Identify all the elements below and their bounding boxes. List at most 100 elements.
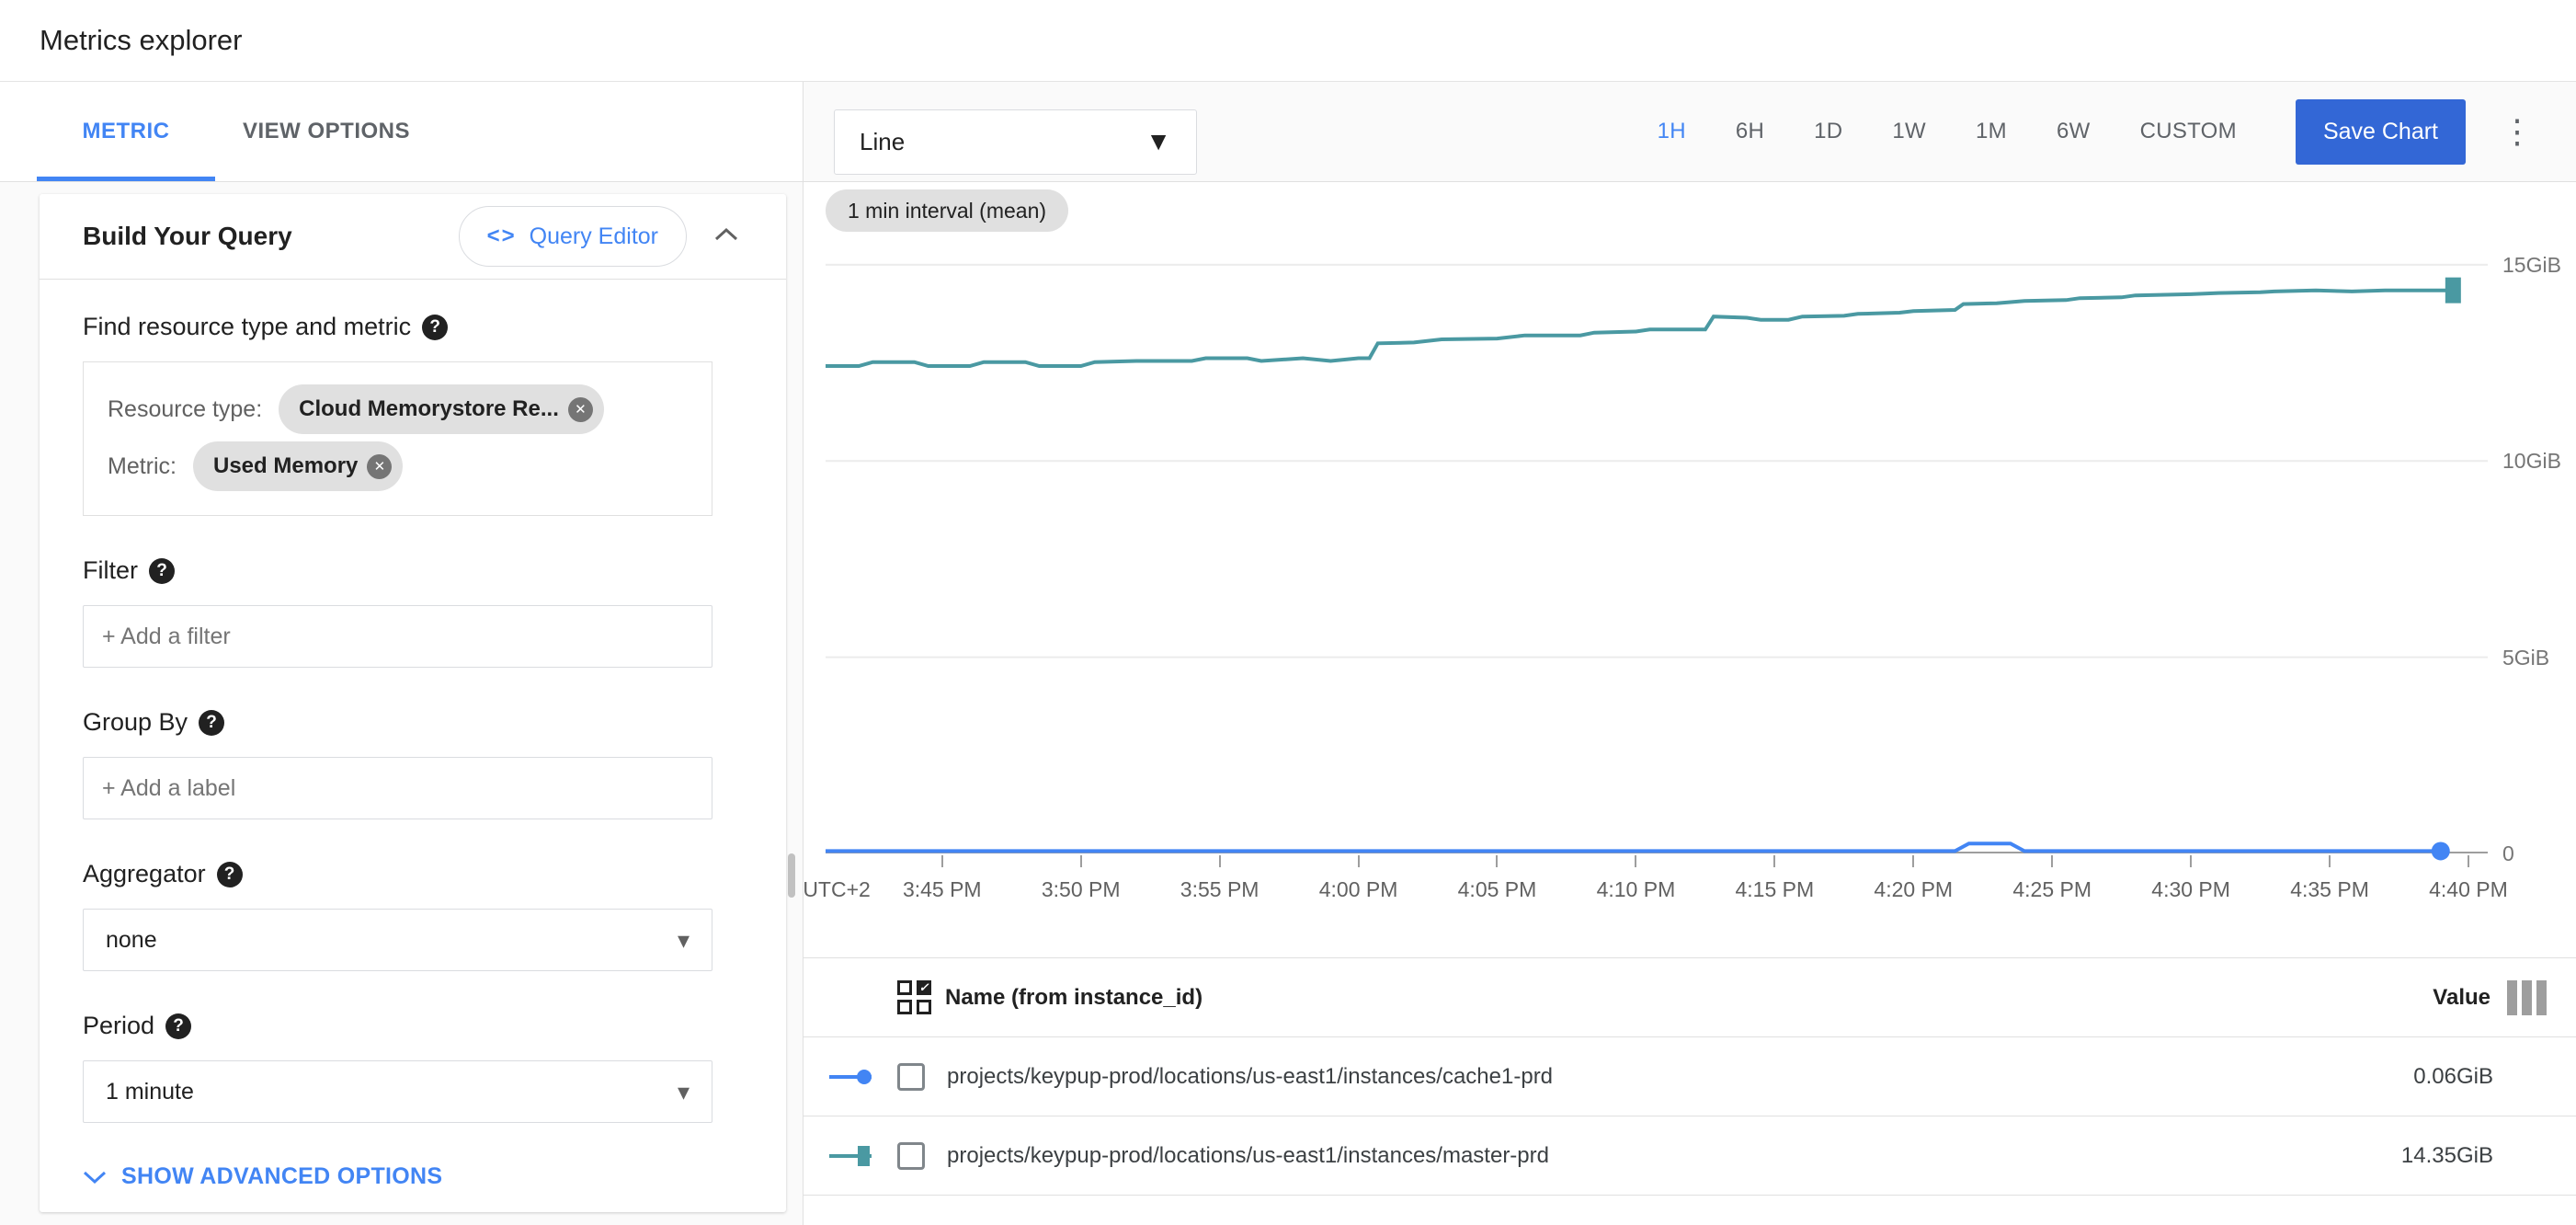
filter-label: Filter: [83, 556, 138, 585]
time-range-1h[interactable]: 1H: [1633, 119, 1711, 144]
legend-header-row: ✓ Name (from instance_id) Value: [804, 958, 2576, 1037]
period-value: 1 minute: [106, 1079, 678, 1105]
x-axis-label: 3:50 PM: [1042, 877, 1121, 902]
show-advanced-options-link[interactable]: SHOW ADVANCED OPTIONS: [83, 1163, 712, 1212]
filter-input[interactable]: [83, 605, 712, 668]
period-select[interactable]: 1 minute ▾: [83, 1060, 712, 1123]
query-editor-label: Query Editor: [530, 223, 658, 250]
x-axis-label: 4:15 PM: [1736, 877, 1815, 902]
resource-type-chip[interactable]: Cloud Memorystore Re... ✕: [279, 384, 604, 434]
x-axis-tick: [2190, 855, 2192, 867]
y-axis-label: 5GiB: [2502, 646, 2549, 670]
x-axis-label: 4:40 PM: [2429, 877, 2508, 902]
resource-metric-label: Find resource type and metric: [83, 313, 411, 341]
x-axis-label: 4:00 PM: [1319, 877, 1398, 902]
row-checkbox[interactable]: [897, 1142, 925, 1170]
query-editor-button[interactable]: <> Query Editor: [459, 206, 687, 267]
group-by-input[interactable]: [83, 757, 712, 819]
x-axis-tick: [1912, 855, 1914, 867]
resource-metric-box: Resource type: Cloud Memorystore Re... ✕…: [83, 361, 712, 516]
chart-panel: Line ▼ 1H 6H 1D 1W 1M 6W CUSTOM Save Cha…: [803, 82, 2576, 1225]
page-header: Metrics explorer: [0, 0, 2576, 82]
x-axis-tick: [2329, 855, 2331, 867]
resource-type-chip-label: Cloud Memorystore Re...: [299, 396, 559, 422]
help-icon[interactable]: ?: [217, 862, 243, 887]
chevron-up-icon[interactable]: [714, 227, 738, 246]
x-axis-label: 3:45 PM: [903, 877, 982, 902]
series-name: projects/keypup-prod/locations/us-east1/…: [947, 1064, 1553, 1090]
time-range-6w[interactable]: 6W: [2032, 119, 2115, 144]
chart-type-select[interactable]: Line ▼: [834, 109, 1197, 175]
series-line: [826, 291, 2449, 366]
page-title: Metrics explorer: [40, 24, 243, 57]
sidebar-scrollbar[interactable]: [788, 853, 795, 898]
metric-chip-label: Used Memory: [213, 453, 358, 479]
x-axis-tick: [1773, 855, 1775, 867]
tab-metric[interactable]: METRIC: [37, 82, 215, 181]
x-axis-label: 4:10 PM: [1597, 877, 1676, 902]
dropdown-arrow-icon: ▾: [678, 926, 690, 955]
x-axis-label: 4:05 PM: [1458, 877, 1537, 902]
series-value: 0.06GiB: [2413, 1064, 2493, 1090]
time-range-1w[interactable]: 1W: [1867, 119, 1951, 144]
dropdown-arrow-icon: ▾: [678, 1078, 690, 1106]
series-marker-circle-icon: [829, 1063, 872, 1091]
x-axis-label: 4:20 PM: [1874, 877, 1953, 902]
metric-chip[interactable]: Used Memory ✕: [193, 441, 403, 491]
chevron-down-icon: [83, 1170, 107, 1185]
select-all-grid-icon[interactable]: ✓: [897, 980, 932, 1015]
save-chart-button[interactable]: Save Chart: [2296, 99, 2466, 165]
chart-type-value: Line: [860, 128, 1146, 156]
columns-icon[interactable]: [2507, 980, 2547, 1015]
legend-value-header[interactable]: Value: [2433, 985, 2491, 1011]
series-line: [826, 843, 2441, 851]
close-icon[interactable]: ✕: [367, 454, 392, 479]
legend-table: ✓ Name (from instance_id) Value: [804, 957, 2576, 1196]
time-range-6h[interactable]: 6H: [1711, 119, 1789, 144]
group-by-label: Group By: [83, 708, 188, 737]
resource-type-label: Resource type:: [108, 396, 262, 423]
show-advanced-options-label: SHOW ADVANCED OPTIONS: [121, 1163, 442, 1190]
help-icon[interactable]: ?: [149, 558, 175, 584]
x-axis-tick: [1496, 855, 1498, 867]
y-axis-label: 15GiB: [2502, 253, 2561, 278]
y-axis-label: 0: [2502, 841, 2514, 866]
series-end-dot: [2432, 841, 2450, 860]
help-icon[interactable]: ?: [422, 315, 448, 340]
legend-row-master-prd[interactable]: projects/keypup-prod/locations/us-east1/…: [804, 1116, 2576, 1196]
dropdown-arrow-icon: ▼: [1146, 127, 1171, 156]
series-marker-square-icon: [829, 1142, 872, 1170]
kebab-menu-icon[interactable]: ⋮: [2501, 115, 2534, 148]
chart-plot-area[interactable]: 15GiB10GiB5GiB0UTC+23:45 PM3:50 PM3:55 P…: [826, 248, 2488, 853]
aggregator-select[interactable]: none ▾: [83, 909, 712, 971]
time-range-custom[interactable]: CUSTOM: [2115, 119, 2274, 144]
tab-view-options[interactable]: VIEW OPTIONS: [215, 82, 438, 181]
y-axis-label: 10GiB: [2502, 449, 2561, 474]
x-axis-tick: [1635, 855, 1636, 867]
time-range-1m[interactable]: 1M: [1951, 119, 2032, 144]
legend-row-cache1-prd[interactable]: projects/keypup-prod/locations/us-east1/…: [804, 1037, 2576, 1116]
x-axis-label: 4:30 PM: [2151, 877, 2230, 902]
x-axis-tick: [1358, 855, 1360, 867]
time-range-1d[interactable]: 1D: [1789, 119, 1867, 144]
close-icon[interactable]: ✕: [568, 397, 593, 422]
series-value: 14.35GiB: [2401, 1143, 2493, 1169]
x-axis-tick: [2051, 855, 2053, 867]
metric-label: Metric:: [108, 453, 177, 480]
x-axis-label: 3:55 PM: [1180, 877, 1260, 902]
series-name: projects/keypup-prod/locations/us-east1/…: [947, 1143, 1549, 1169]
chart-svg: [826, 248, 2488, 853]
help-icon[interactable]: ?: [199, 710, 224, 736]
period-label: Period: [83, 1012, 154, 1040]
chart-card: 1 min interval (mean) 15GiB10GiB5GiB0UTC…: [804, 182, 2576, 1225]
build-query-header: Build Your Query <> Query Editor: [40, 194, 786, 280]
x-axis-tick: [2468, 855, 2469, 867]
aggregator-value: none: [106, 927, 678, 954]
help-icon[interactable]: ?: [165, 1013, 191, 1039]
x-axis-label: UTC+2: [803, 877, 871, 902]
legend-name-header[interactable]: Name (from instance_id): [945, 985, 1203, 1011]
build-query-title: Build Your Query: [83, 222, 292, 251]
row-checkbox[interactable]: [897, 1063, 925, 1091]
sidebar-tabs: METRIC VIEW OPTIONS: [0, 82, 803, 182]
chart-toolbar: Line ▼ 1H 6H 1D 1W 1M 6W CUSTOM Save Cha…: [804, 82, 2576, 182]
